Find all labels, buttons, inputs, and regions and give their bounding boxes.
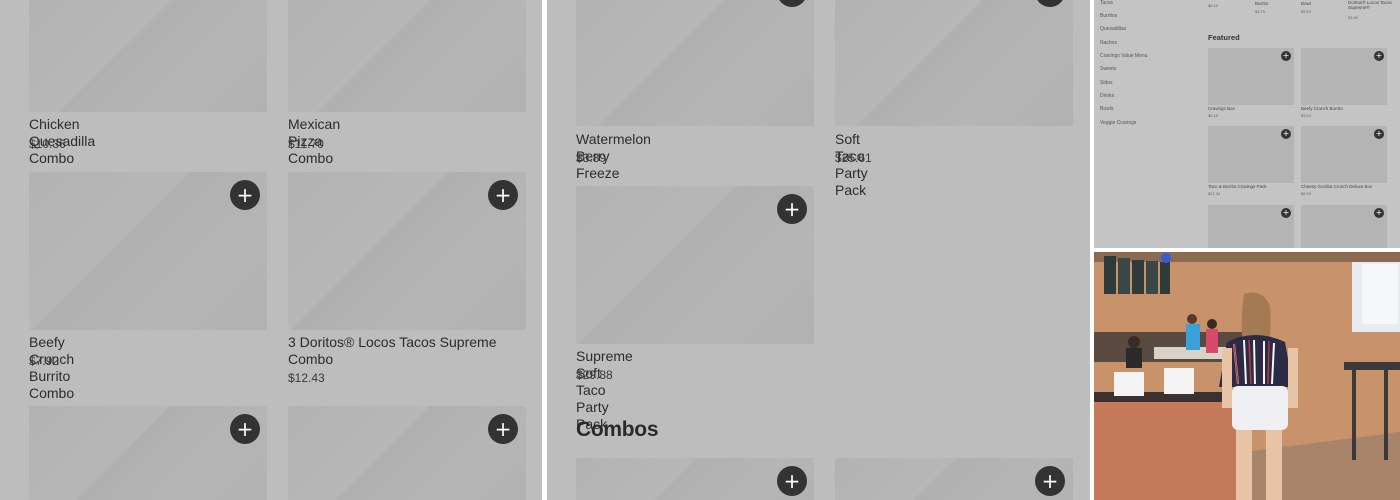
- add-item-button[interactable]: +: [1281, 129, 1291, 139]
- add-item-button[interactable]: +: [777, 194, 807, 224]
- item-price: $10.36: [29, 137, 66, 151]
- category-link[interactable]: Drinks: [1100, 93, 1114, 99]
- add-item-button[interactable]: +: [1374, 129, 1384, 139]
- restaurant-photo: [1094, 252, 1400, 500]
- add-item-button[interactable]: +: [488, 180, 518, 210]
- item-name: Beefy Crunch Burrito Combo: [29, 334, 75, 401]
- item-price: $6.59: [1301, 191, 1312, 196]
- item-price: $6.10: [1208, 3, 1219, 8]
- item-image: [29, 0, 267, 112]
- add-item-button[interactable]: +: [1035, 466, 1065, 496]
- menu-panel-middle: + Watermelon Berry Freeze $3.89 + Soft T…: [547, 0, 1090, 500]
- add-item-button[interactable]: +: [1281, 208, 1291, 218]
- featured-title: Featured: [1208, 33, 1240, 42]
- item-price: $3.79: [1255, 9, 1266, 14]
- item-price: $6.10: [1208, 113, 1219, 118]
- item-image: [835, 0, 1073, 126]
- section-title-combos: Combos: [576, 418, 659, 441]
- add-item-button[interactable]: +: [777, 466, 807, 496]
- item-name: Cravings Box: [1208, 106, 1235, 111]
- item-price: $3.04: [1301, 113, 1312, 118]
- item-image: [576, 0, 814, 126]
- category-link[interactable]: Sides: [1100, 80, 1113, 86]
- item-price: $12.43: [288, 371, 325, 385]
- item-price: $29.88: [576, 368, 613, 382]
- item-name: Doritos® Locos Tacos Supreme®: [1348, 0, 1392, 10]
- category-link[interactable]: Tacos: [1100, 0, 1113, 6]
- item-name: Soft Taco Party Pack: [835, 131, 868, 198]
- add-item-button[interactable]: +: [488, 414, 518, 444]
- item-price: $25.61: [835, 151, 872, 165]
- add-item-button[interactable]: +: [1374, 51, 1384, 61]
- item-name: Bowl: [1301, 1, 1311, 6]
- category-link[interactable]: Veggie Cravings: [1100, 120, 1136, 126]
- item-price: $21.34: [1208, 191, 1221, 196]
- item-name: Taco & Burrito Cravings Pack: [1208, 184, 1267, 189]
- category-link[interactable]: Bowls: [1100, 106, 1113, 112]
- item-name: Beefy Crunch Burrito: [1301, 106, 1343, 111]
- category-link[interactable]: Nachos: [1100, 40, 1117, 46]
- menu-panel-left: Chicken Quesadilla Combo $10.36 Mexican …: [0, 0, 542, 500]
- item-image: [288, 0, 526, 112]
- menu-thumbnail-panel: Tacos Burritos Quesadillas Nachos Cravin…: [1094, 0, 1400, 248]
- category-link[interactable]: Cravings Value Menu: [1100, 53, 1147, 59]
- item-price: $9.53: [1301, 9, 1312, 14]
- category-link[interactable]: Burritos: [1100, 13, 1117, 19]
- add-item-button[interactable]: +: [230, 414, 260, 444]
- item-name: Cheesy Gordita Crunch Deluxe Box: [1301, 184, 1373, 189]
- item-price: $3.89: [1348, 15, 1359, 20]
- category-link[interactable]: Quesadillas: [1100, 26, 1126, 32]
- add-item-button[interactable]: +: [1374, 208, 1384, 218]
- category-link[interactable]: Sweets: [1100, 66, 1116, 72]
- item-name: 3 Doritos® Locos Tacos Supreme Combo: [288, 334, 497, 367]
- item-price: $3.89: [576, 151, 607, 165]
- item-name: Burrito: [1255, 1, 1269, 6]
- item-price: $7.92: [29, 354, 60, 368]
- restaurant-interior-image: [1094, 252, 1400, 500]
- add-item-button[interactable]: +: [230, 180, 260, 210]
- add-item-button[interactable]: +: [1281, 51, 1291, 61]
- item-price: $11.70: [288, 137, 324, 151]
